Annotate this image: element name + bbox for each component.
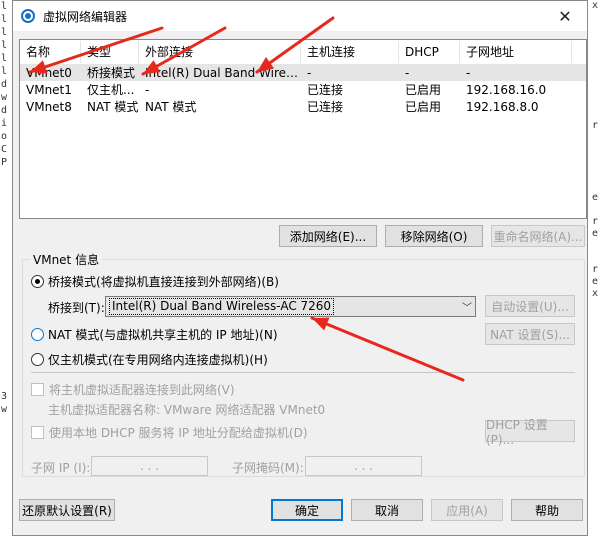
cell-host: 已连接 xyxy=(307,100,344,114)
cell-subnet: - xyxy=(466,65,471,80)
cell-type: NAT 模式 xyxy=(87,100,139,114)
cell-type: 仅主机... xyxy=(87,83,135,97)
connect-adapter-option[interactable]: 将主机虚拟适配器连接到此网络(V) xyxy=(31,381,235,398)
subnet-ip-label: 子网 IP (I): xyxy=(31,461,91,475)
host-only-radio[interactable] xyxy=(31,353,44,366)
auto-settings-button[interactable]: 自动设置(U)... xyxy=(485,295,575,317)
use-dhcp-checkbox[interactable] xyxy=(31,426,44,439)
cell-type: 桥接模式 xyxy=(87,66,136,80)
nat-mode-label: NAT 模式(与虚拟机共享主机的 IP 地址)(N) xyxy=(48,328,278,342)
background-window-right-edge: x r e re rex xyxy=(588,0,604,536)
window-title: 虚拟网络编辑器 xyxy=(43,9,128,24)
cancel-button[interactable]: 取消 xyxy=(351,499,423,521)
nat-settings-button[interactable]: NAT 设置(S)... xyxy=(485,323,575,345)
add-network-button[interactable]: 添加网络(E)... xyxy=(279,225,377,247)
apply-button[interactable]: 应用(A) xyxy=(431,499,503,521)
connect-adapter-checkbox[interactable] xyxy=(31,383,44,396)
cell-dhcp: - xyxy=(405,65,410,80)
table-row[interactable]: VMnet1 仅主机... - 已连接 已启用 192.168.16.0 xyxy=(20,81,586,98)
column-header-name[interactable]: 名称 xyxy=(20,41,81,63)
restore-defaults-button[interactable]: 还原默认设置(R) xyxy=(19,499,115,521)
title-bar: 虚拟网络编辑器 ✕ xyxy=(13,1,587,31)
chevron-down-icon: ﹀ xyxy=(462,303,472,314)
virtual-network-editor-window: 虚拟网络编辑器 ✕ 名称 类型 外部连接 主机连接 DHCP 子网地址 VMne… xyxy=(12,0,588,536)
network-globe-icon xyxy=(20,8,36,24)
remove-network-button[interactable]: 移除网络(O) xyxy=(385,225,483,247)
vmnet-info-label: VMnet 信息 xyxy=(30,251,103,268)
cell-external: Intel(R) Dual Band Wireless-... xyxy=(145,65,301,80)
cell-subnet: 192.168.16.0 xyxy=(466,82,547,97)
bridge-mode-label: 桥接模式(将虚拟机直接连接到外部网络)(B) xyxy=(48,275,279,289)
cell-host: 已连接 xyxy=(307,83,344,97)
column-header-type[interactable]: 类型 xyxy=(81,41,139,63)
dhcp-settings-button[interactable]: DHCP 设置(P)... xyxy=(485,418,575,447)
rename-network-button[interactable]: 重命名网络(A)... xyxy=(491,225,585,247)
host-only-label: 仅主机模式(在专用网络内连接虚拟机)(H) xyxy=(48,353,268,367)
cell-dhcp: 已启用 xyxy=(405,100,442,114)
cell-name: VMnet8 xyxy=(26,99,72,114)
use-dhcp-option[interactable]: 使用本地 DHCP 服务将 IP 地址分配给虚拟机(D) xyxy=(31,424,308,441)
network-list[interactable]: 名称 类型 外部连接 主机连接 DHCP 子网地址 VMnet0 桥接模式 In… xyxy=(19,39,587,219)
bridge-to-label: 桥接到(T): xyxy=(48,301,105,315)
cell-subnet: 192.168.8.0 xyxy=(466,99,539,114)
column-header-subnet[interactable]: 子网地址 xyxy=(460,41,572,63)
nat-mode-option[interactable]: NAT 模式(与虚拟机共享主机的 IP 地址)(N) xyxy=(31,326,278,343)
divider xyxy=(31,372,575,373)
subnet-mask-input[interactable]: . . . xyxy=(305,456,422,476)
connect-adapter-label: 将主机虚拟适配器连接到此网络(V) xyxy=(49,383,235,397)
subnet-mask-label: 子网掩码(M): xyxy=(232,461,304,475)
nat-mode-radio[interactable] xyxy=(31,328,44,341)
host-only-option[interactable]: 仅主机模式(在专用网络内连接虚拟机)(H) xyxy=(31,351,268,368)
bridge-mode-option[interactable]: 桥接模式(将虚拟机直接连接到外部网络)(B) xyxy=(31,273,279,290)
help-button[interactable]: 帮助 xyxy=(511,499,583,521)
bridge-adapter-select[interactable]: Intel(R) Dual Band Wireless-AC 7260 ﹀ xyxy=(105,296,476,317)
column-header-host[interactable]: 主机连接 xyxy=(301,41,399,63)
bridge-adapter-value: Intel(R) Dual Band Wireless-AC 7260 xyxy=(109,298,335,315)
cell-external: - xyxy=(145,82,150,97)
cell-name: VMnet1 xyxy=(26,82,72,97)
cell-name: VMnet0 xyxy=(26,65,72,80)
close-button[interactable]: ✕ xyxy=(543,1,587,31)
ok-button[interactable]: 确定 xyxy=(271,499,343,521)
cell-external: NAT 模式 xyxy=(145,100,197,114)
network-list-header: 名称 类型 外部连接 主机连接 DHCP 子网地址 xyxy=(20,40,586,64)
column-header-external[interactable]: 外部连接 xyxy=(139,41,301,63)
adapter-name-text: 主机虚拟适配器名称: VMware 网络适配器 VMnet0 xyxy=(48,403,326,417)
cell-host: - xyxy=(307,65,312,80)
table-row[interactable]: VMnet0 桥接模式 Intel(R) Dual Band Wireless-… xyxy=(20,64,586,81)
use-dhcp-label: 使用本地 DHCP 服务将 IP 地址分配给虚拟机(D) xyxy=(49,426,308,440)
bridge-mode-radio[interactable] xyxy=(31,275,44,288)
subnet-ip-input[interactable]: . . . xyxy=(91,456,208,476)
column-header-dhcp[interactable]: DHCP xyxy=(399,41,460,63)
table-row[interactable]: VMnet8 NAT 模式 NAT 模式 已连接 已启用 192.168.8.0 xyxy=(20,98,586,115)
background-window-left-edge: lllllldwdioCP 3w xyxy=(0,0,12,536)
cell-dhcp: 已启用 xyxy=(405,83,442,97)
